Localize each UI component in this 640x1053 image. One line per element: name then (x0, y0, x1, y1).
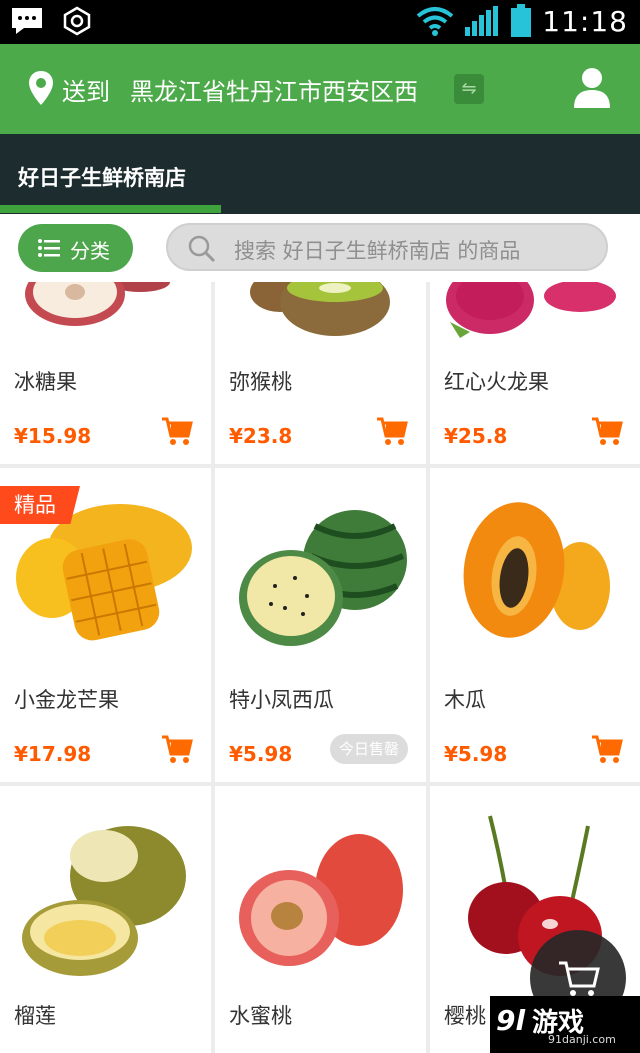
product-card[interactable]: 特小凤西瓜 ¥5.98 今日售罄 (215, 468, 426, 782)
list-icon (38, 239, 60, 257)
user-icon[interactable] (572, 66, 612, 110)
product-image (250, 282, 390, 336)
store-tab-indicator (0, 205, 221, 213)
product-grid: 冰糖果 ¥15.98 弥猴桃 ¥23.8 红心火龙果 ¥25.8 精品 小金龙芒… (0, 282, 640, 1053)
deliver-to-label: 送到 (62, 78, 110, 106)
site-watermark: 9l 游戏 91danji.com (490, 996, 640, 1053)
add-to-cart-icon[interactable] (591, 734, 623, 764)
product-image (239, 510, 407, 646)
add-to-cart-icon[interactable] (376, 416, 408, 446)
product-image (22, 826, 186, 976)
product-name: 小金龙芒果 (14, 688, 119, 712)
product-image (239, 834, 403, 966)
add-to-cart-icon[interactable] (161, 416, 193, 446)
location-bar[interactable]: 送到 黑龙江省牡丹江市西安区西 ⇋ (0, 44, 640, 134)
status-time: 11:18 (542, 4, 628, 38)
search-input[interactable]: 搜索 好日子生鲜桥南店 的商品 (166, 223, 608, 271)
product-card[interactable]: 水蜜桃 (215, 786, 426, 1053)
product-card[interactable]: 红心火龙果 ¥25.8 (430, 282, 640, 464)
product-name: 冰糖果 (14, 370, 77, 394)
status-bar: 11:18 (0, 0, 640, 44)
add-to-cart-icon[interactable] (591, 416, 623, 446)
chat-bubble-icon (12, 8, 42, 34)
product-name: 榴莲 (14, 1004, 56, 1028)
product-name: 特小凤西瓜 (229, 688, 334, 712)
product-image (463, 502, 610, 638)
product-name: 红心火龙果 (444, 370, 549, 394)
switch-icon[interactable]: ⇋ (454, 74, 484, 104)
delivery-address[interactable]: 黑龙江省牡丹江市西安区西 (130, 72, 436, 107)
sync-icon (63, 6, 91, 36)
sold-out-badge: 今日售罄 (330, 734, 408, 764)
search-placeholder: 搜索 好日子生鲜桥南店 的商品 (234, 239, 521, 263)
product-image (25, 282, 170, 326)
search-row: 分类 搜索 好日子生鲜桥南店 的商品 (0, 214, 640, 282)
product-name: 樱桃 (444, 1004, 486, 1028)
premium-badge: 精品 (0, 486, 80, 524)
product-name: 水蜜桃 (229, 1004, 292, 1028)
add-to-cart-icon[interactable] (161, 734, 193, 764)
battery-icon (511, 4, 532, 37)
status-left-icons (10, 6, 92, 36)
product-price: ¥25.8 (444, 424, 508, 448)
product-price: ¥5.98 (444, 742, 508, 766)
watermark-logo: 9l (496, 1004, 526, 1037)
product-price: ¥17.98 (14, 742, 92, 766)
store-name[interactable]: 好日子生鲜桥南店 (18, 162, 186, 192)
product-card[interactable]: 精品 小金龙芒果 ¥17.98 (0, 468, 211, 782)
product-card[interactable]: 冰糖果 ¥15.98 (0, 282, 211, 464)
product-name: 木瓜 (444, 688, 486, 712)
product-name: 弥猴桃 (229, 370, 292, 394)
signal-icon (465, 6, 499, 36)
product-card[interactable]: 弥猴桃 ¥23.8 (215, 282, 426, 464)
category-label: 分类 (70, 239, 110, 263)
watermark-url: 91danji.com (548, 1033, 616, 1046)
product-card[interactable]: 木瓜 ¥5.98 (430, 468, 640, 782)
wifi-icon (417, 7, 454, 36)
product-price: ¥23.8 (229, 424, 293, 448)
location-pin-icon (29, 71, 53, 105)
search-icon (188, 235, 216, 263)
product-image (446, 282, 616, 338)
store-header: 好日子生鲜桥南店 (0, 134, 640, 214)
cart-icon (559, 961, 600, 996)
product-price: ¥15.98 (14, 424, 92, 448)
product-price: ¥5.98 (229, 742, 293, 766)
category-button[interactable]: 分类 (18, 224, 133, 272)
app-screen: 11:18 送到 黑龙江省牡丹江市西安区西 ⇋ 好日子生鲜桥南店 分类 搜索 好… (0, 0, 640, 1053)
status-right-icons: 11:18 (416, 4, 628, 38)
product-card[interactable]: 榴莲 (0, 786, 211, 1053)
